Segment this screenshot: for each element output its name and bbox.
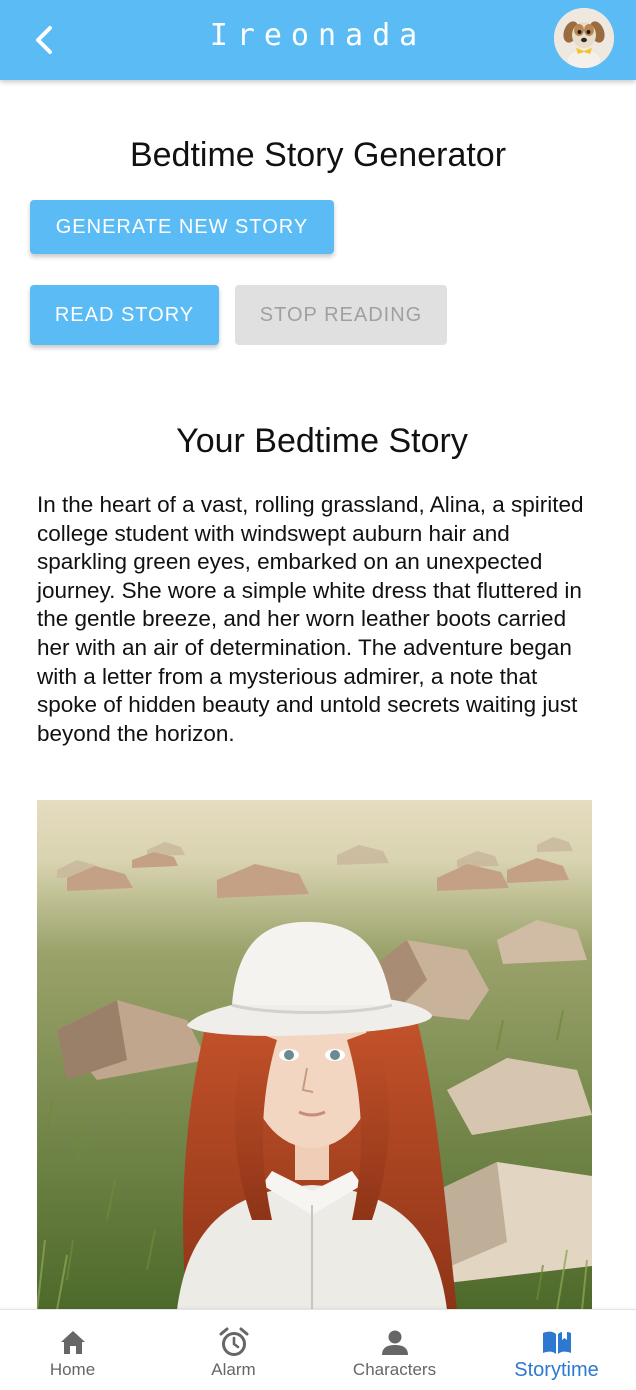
nav-item-characters[interactable]: Characters (315, 1310, 474, 1390)
open-book-icon (542, 1331, 571, 1354)
nav-label-characters: Characters (352, 1360, 437, 1379)
generate-story-button[interactable]: GENERATE NEW STORY (30, 200, 334, 254)
avatar[interactable] (554, 8, 614, 68)
app-bar: Ireonada (0, 0, 636, 80)
app-title: Ireonada (209, 18, 427, 53)
nav-item-alarm[interactable]: Alarm (154, 1310, 313, 1390)
puppy-avatar-icon (554, 8, 614, 68)
home-icon (60, 1331, 85, 1354)
generator-title: Bedtime Story Generator (129, 136, 507, 174)
nav-label-home: Home (49, 1360, 96, 1379)
nav-label-storytime: Storytime (514, 1359, 599, 1381)
person-icon (381, 1330, 408, 1355)
story-illustration (37, 800, 592, 1310)
stop-reading-button: STOP READING (235, 285, 447, 345)
story-text: In the heart of a vast, rolling grasslan… (37, 492, 584, 746)
nav-item-storytime[interactable]: Storytime (477, 1310, 636, 1390)
nav-item-home[interactable]: Home (0, 1310, 152, 1390)
nav-label-alarm: Alarm (211, 1360, 256, 1379)
story-title: Your Bedtime Story (176, 422, 468, 460)
alarm-clock-icon (219, 1327, 248, 1356)
read-story-button[interactable]: READ STORY (30, 285, 219, 345)
bottom-navigation: Home Alarm Characters Storytime (0, 1309, 636, 1390)
